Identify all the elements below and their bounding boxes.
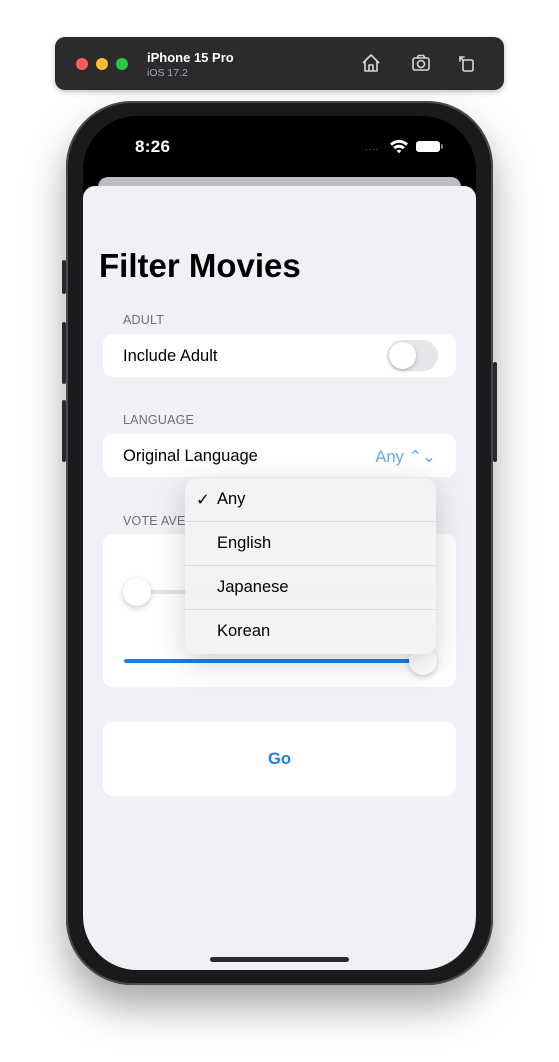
toggle-knob <box>389 342 416 369</box>
minimize-window-button[interactable] <box>96 58 108 70</box>
page-title: Filter Movies <box>99 247 301 284</box>
home-icon[interactable] <box>360 52 382 74</box>
volume-down-button <box>62 400 66 462</box>
menu-item-any[interactable]: ✓ Any <box>185 478 436 522</box>
min-vote-slider-knob[interactable] <box>123 578 151 606</box>
menu-item-korean[interactable]: Korean <box>185 610 436 654</box>
phone-screen: 8:26 .... Filter Movies ADULT Include Ad… <box>83 116 476 970</box>
status-time: 8:26 <box>135 137 171 156</box>
filter-sheet: Filter Movies ADULT Include Adult LANGUA… <box>83 186 476 970</box>
os-version: iOS 17.2 <box>147 67 188 79</box>
section-header-language: LANGUAGE <box>123 413 195 427</box>
rotate-icon[interactable] <box>456 52 478 74</box>
menu-item-label: Any <box>217 490 246 508</box>
zoom-window-button[interactable] <box>116 58 128 70</box>
menu-item-japanese[interactable]: Japanese <box>185 566 436 610</box>
language-picker-value[interactable]: Any ⌃⌄ <box>375 447 436 467</box>
power-button <box>493 362 497 462</box>
home-indicator[interactable] <box>210 957 349 962</box>
signal-icon: .... <box>365 142 380 152</box>
screenshot-icon[interactable] <box>410 52 432 74</box>
close-window-button[interactable] <box>76 58 88 70</box>
go-button[interactable]: Go <box>103 722 456 796</box>
checkmark-icon: ✓ <box>196 491 210 509</box>
simulator-title-bar: iPhone 15 Pro iOS 17.2 <box>55 37 504 90</box>
volume-up-button <box>62 322 66 384</box>
adult-row: Include Adult <box>103 334 456 377</box>
section-header-adult: ADULT <box>123 313 165 327</box>
device-name: iPhone 15 Pro <box>147 50 234 65</box>
menu-item-english[interactable]: English <box>185 522 436 566</box>
action-button <box>62 260 66 294</box>
include-adult-toggle[interactable] <box>387 340 438 371</box>
original-language-label: Original Language <box>123 447 258 465</box>
max-vote-slider-track[interactable] <box>124 659 424 663</box>
language-row[interactable]: Original Language Any ⌃⌄ <box>103 434 456 477</box>
menu-item-label: Japanese <box>217 578 289 596</box>
language-dropdown-menu: ✓ Any English Japanese Korean <box>185 478 436 654</box>
section-header-vote: VOTE AVE <box>123 514 186 528</box>
menu-item-label: English <box>217 534 272 552</box>
include-adult-label: Include Adult <box>123 347 218 365</box>
menu-item-label: Korean <box>217 622 271 640</box>
wifi-icon <box>390 139 408 154</box>
go-button-label: Go <box>268 750 291 768</box>
battery-icon <box>416 141 443 152</box>
